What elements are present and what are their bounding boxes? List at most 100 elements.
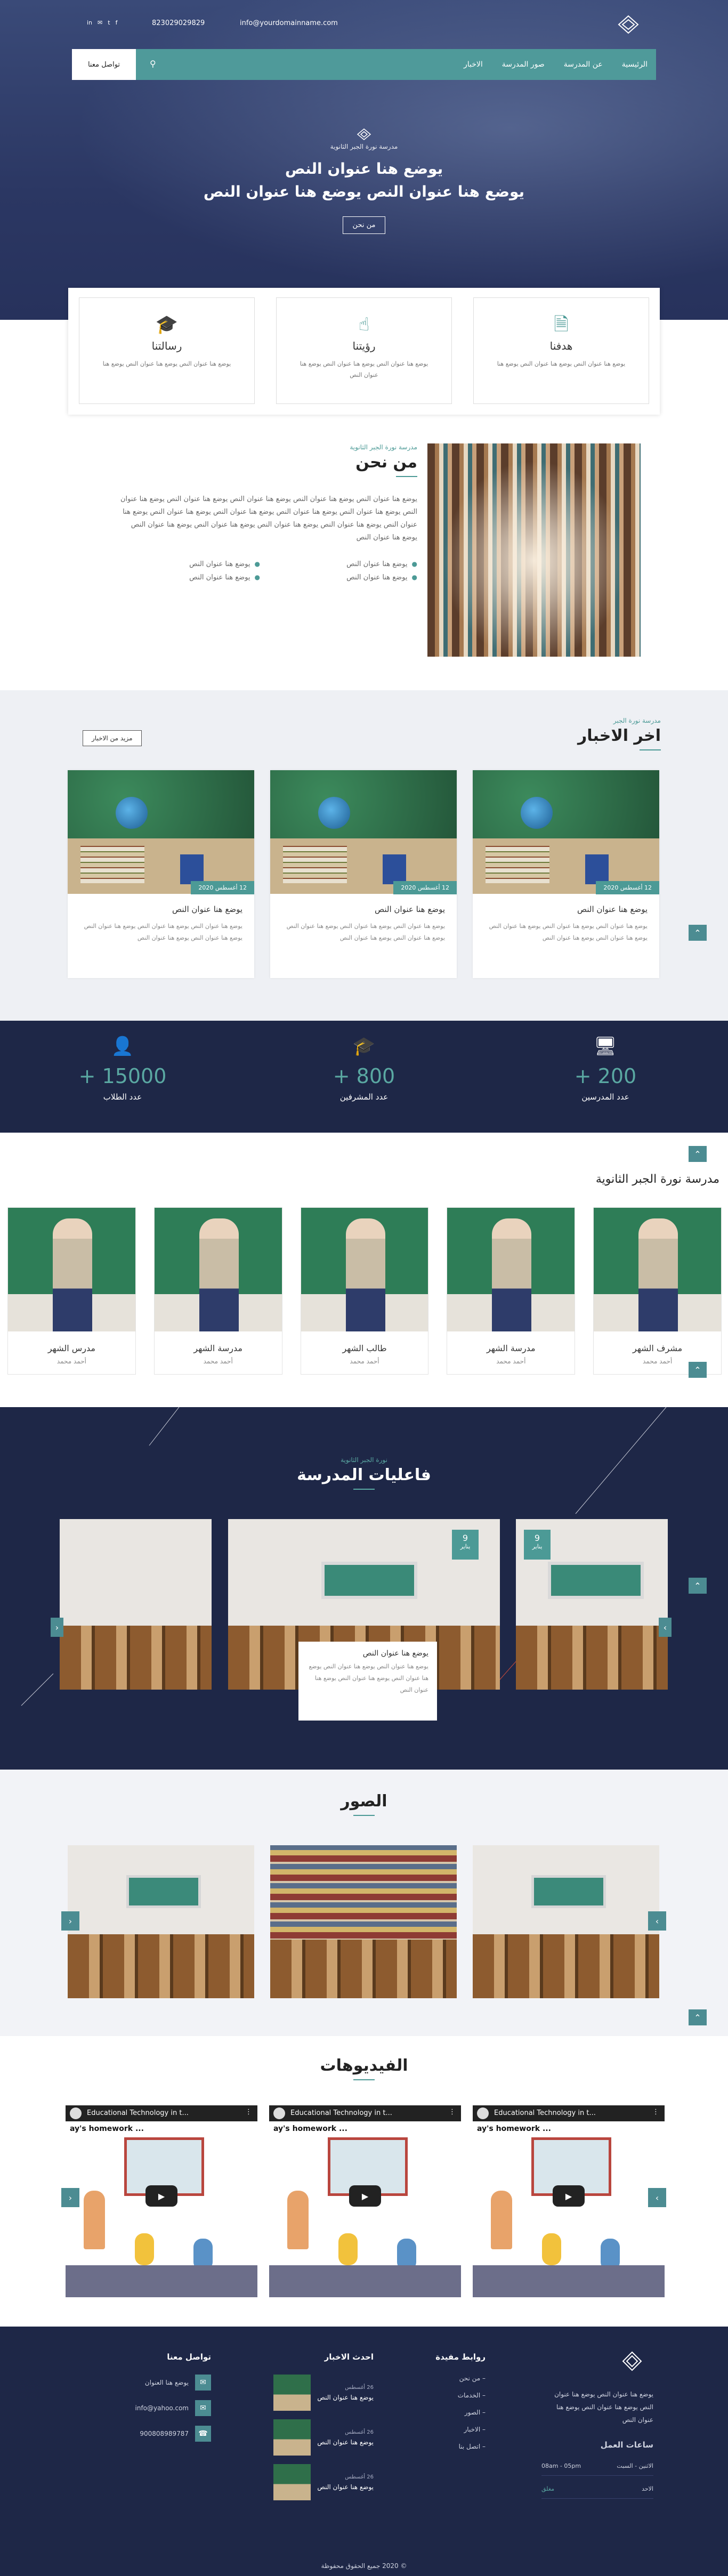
footer-news: احدث الاخبار 26 أغسطس يوضع هنا عنوان النص… — [273, 2352, 374, 2509]
scroll-up-button[interactable]: ⌃ — [689, 925, 707, 941]
nav-item-home[interactable]: الرئيسية — [622, 60, 648, 69]
slider-next-button[interactable]: › — [659, 1618, 672, 1637]
teacher-card[interactable]: مدرس الشهر أحمد محمد — [7, 1207, 136, 1375]
footer-news-item[interactable]: 26 أغسطس يوضع هنا عنوان النص — [273, 2375, 374, 2411]
footer-link[interactable]: – اتصل بنا — [435, 2443, 486, 2450]
news-card[interactable]: 12 أغسطس 2020 يوضع هنا عنوان النص يوضع ه… — [68, 770, 254, 978]
footer-news-title-text[interactable]: يوضع هنا عنوان النص — [317, 2394, 374, 2401]
touch-icon: ☝ — [358, 314, 370, 335]
footer-news-title-text[interactable]: يوضع هنا عنوان النص — [317, 2438, 374, 2446]
scroll-up-button[interactable]: ⌃ — [689, 1146, 707, 1162]
teacher-card[interactable]: مشرف الشهر أحمد محمد — [593, 1207, 722, 1375]
stats-section: 🖥 + 200 عدد المدرسين 🎓 + 800 عدد المشرفي… — [0, 1021, 728, 1133]
nav-item-news[interactable]: الاخبار — [464, 60, 483, 69]
working-hours: ساعات العمل الاثنين - السبت 08am - 05pm … — [541, 2437, 653, 2499]
stat-students: 👤 + 15000 عدد الطلاب — [43, 1036, 203, 1102]
activity-card[interactable]: يوضع هنا عنوان النص يوضع هنا عنوان النص … — [298, 1642, 437, 1721]
teacher-title: مشرف الشهر — [633, 1343, 683, 1353]
school-logo-icon[interactable] — [617, 14, 640, 35]
topbar-email[interactable]: info@yourdomainname.com — [240, 19, 338, 27]
footer-news-title-text[interactable]: يوضع هنا عنوان النص — [317, 2483, 374, 2491]
activity-slide[interactable]: 9 يناير — [516, 1519, 668, 1690]
contact-email[interactable]: ✉ info@yahoo.com — [135, 2400, 211, 2416]
footer-link[interactable]: – من نحن — [435, 2375, 486, 2382]
video-embed[interactable]: Educational Technology in t... ⋮ ay's hom… — [269, 2105, 461, 2297]
play-icon[interactable]: ▶ — [145, 2185, 177, 2207]
footer-news-item[interactable]: 26 أغسطس يوضع هنا عنوان النص — [273, 2419, 374, 2456]
video-prev-button[interactable]: ‹ — [61, 2188, 79, 2207]
footer-link[interactable]: – الاخبار — [435, 2426, 486, 2433]
news-card-title[interactable]: يوضع هنا عنوان النص — [79, 905, 242, 914]
activities-header: نورة الجبر الثانوية فاعليات المدرسة — [0, 1456, 728, 1490]
contact-us-button[interactable]: تواصل معنا — [72, 49, 136, 80]
scroll-up-button[interactable]: ⌃ — [689, 1578, 707, 1594]
scroll-up-button[interactable]: ⌃ — [689, 1362, 707, 1378]
teacher-card[interactable]: مدرسة الشهر أحمد محمد — [153, 1207, 282, 1375]
gallery-photo[interactable] — [68, 1845, 254, 1998]
hours-time: 08am - 05pm — [541, 2462, 581, 2469]
about-us-button[interactable]: من نحن — [342, 216, 386, 234]
play-icon[interactable]: ▶ — [553, 2185, 585, 2207]
footer-news-title: احدث الاخبار — [324, 2352, 374, 2362]
document-icon: 🗎 — [554, 314, 569, 335]
hero-title-secondary: يوضع هنا عنوان النص يوضع هنا عنوان النص — [203, 183, 525, 200]
more-news-button[interactable]: مزيد من الاخبار — [83, 730, 142, 746]
news-card[interactable]: 12 أغسطس 2020 يوضع هنا عنوان النص يوضع ه… — [270, 770, 457, 978]
mail-icon[interactable]: ✉ — [98, 19, 102, 26]
footer-news-thumb — [273, 2464, 311, 2500]
phone-icon: ☎ — [195, 2426, 211, 2442]
more-icon[interactable]: ⋮ — [245, 2108, 252, 2116]
scroll-up-button[interactable]: ⌃ — [689, 2009, 707, 2025]
video-embed[interactable]: Educational Technology in t... ⋮ ay's hom… — [473, 2105, 665, 2297]
feature-card-mission: 🎓 رسالتنا يوضع هنا عنوان النص يوضع هنا ع… — [79, 297, 255, 404]
title-underline — [353, 1489, 375, 1490]
activity-card-title[interactable]: يوضع هنا عنوان النص — [307, 1649, 428, 1658]
teacher-photo — [447, 1208, 575, 1331]
video-overlay-text: ay's homework ... — [477, 2125, 551, 2133]
slider-prev-button[interactable]: ‹ — [51, 1618, 63, 1637]
contact-phone[interactable]: ☎ 900808989787 — [135, 2426, 211, 2442]
topbar-phone[interactable]: 823029029829 — [152, 19, 205, 27]
footer-link[interactable]: – الخدمات — [435, 2392, 486, 2399]
play-icon[interactable]: ▶ — [349, 2185, 381, 2207]
activity-date-badge: 9 يناير — [524, 1530, 551, 1560]
more-icon[interactable]: ⋮ — [652, 2108, 659, 2116]
footer-news-item[interactable]: 26 أغسطس يوضع هنا عنوان النص — [273, 2464, 374, 2500]
news-card-title[interactable]: يوضع هنا عنوان النص — [282, 905, 445, 914]
feature-title: رؤيتنا — [352, 340, 376, 352]
gallery-prev-button[interactable]: ‹ — [61, 1911, 79, 1931]
footer-logo-icon — [622, 2351, 642, 2371]
facebook-icon[interactable]: f — [116, 19, 118, 26]
video-next-button[interactable]: › — [648, 2188, 666, 2207]
nav-menu: الرئيسية عن المدرسة صور المدرسة الاخبار — [464, 49, 648, 80]
news-card[interactable]: 12 أغسطس 2020 يوضع هنا عنوان النص يوضع ه… — [473, 770, 659, 978]
news-image — [68, 770, 254, 894]
title-underline — [353, 1815, 375, 1816]
more-icon[interactable]: ⋮ — [449, 2108, 456, 2116]
teacher-title: طالب الشهر — [342, 1343, 387, 1353]
twitter-icon[interactable]: t — [108, 19, 110, 26]
search-icon[interactable]: ⚲ — [150, 59, 156, 69]
gallery-photo[interactable] — [270, 1845, 457, 1998]
video-embed[interactable]: Educational Technology in t... ⋮ ay's hom… — [66, 2105, 257, 2297]
teacher-card[interactable]: مدرسة الشهر أحمد محمد — [447, 1207, 576, 1375]
teacher-card[interactable]: طالب الشهر أحمد محمد — [300, 1207, 429, 1375]
about-list: يوضع هنا عنوان النص يوضع هنا عنوان النص … — [119, 560, 417, 582]
gallery-next-button[interactable]: › — [648, 1911, 666, 1931]
linkedin-icon[interactable]: in — [87, 19, 92, 26]
hours-day: الاحد — [642, 2485, 653, 2492]
news-header: مدرسة نورة الجبر اخر الاخبار — [578, 717, 661, 750]
badge-day: 9 — [534, 1533, 540, 1543]
videos-title: الفيديوهات — [320, 2056, 408, 2075]
gallery-photo[interactable] — [473, 1845, 659, 1998]
video-title: Educational Technology in t... — [87, 2109, 189, 2117]
contact-text[interactable]: info@yahoo.com — [135, 2404, 189, 2412]
news-card-title[interactable]: يوضع هنا عنوان النص — [484, 905, 648, 914]
feature-title: رسالتنا — [151, 340, 182, 352]
nav-item-about[interactable]: عن المدرسة — [564, 60, 603, 69]
nav-item-photos[interactable]: صور المدرسة — [502, 60, 545, 69]
activity-slide[interactable] — [60, 1519, 212, 1690]
contact-text: يوضع هنا العنوان — [144, 2379, 189, 2386]
contact-text[interactable]: 900808989787 — [140, 2430, 189, 2437]
footer-link[interactable]: – الصور — [435, 2409, 486, 2416]
